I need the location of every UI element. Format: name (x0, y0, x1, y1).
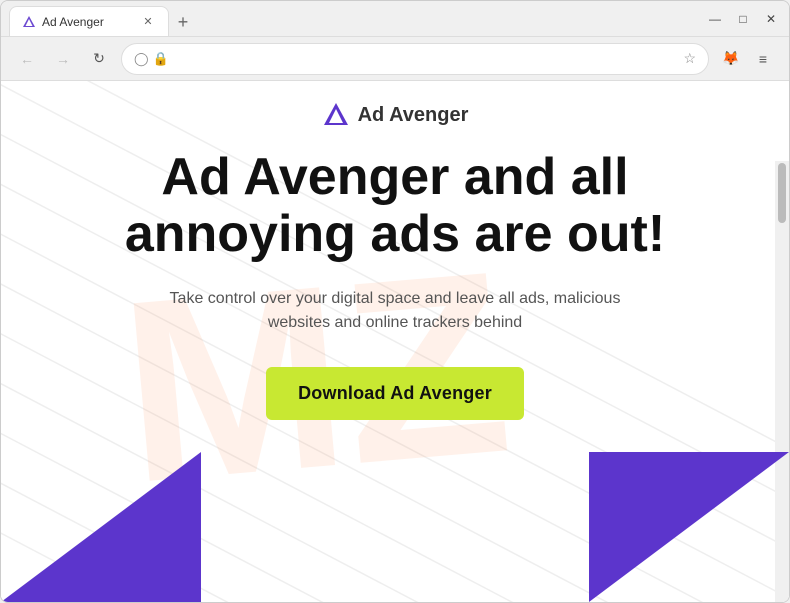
logo-text: Ad Avenger (358, 104, 469, 127)
nav-bar: ← → ↻ ◯ 🔒 ☆ 🦊 ≡ (1, 37, 789, 81)
logo-icon (322, 101, 350, 129)
close-button[interactable]: ✕ (761, 9, 781, 29)
browser-window: Ad Avenger ✕ + — □ ✕ ← → ↻ ◯ 🔒 ☆ 🦊 ≡ (0, 0, 790, 603)
maximize-button[interactable]: □ (733, 9, 753, 29)
title-bar: Ad Avenger ✕ + — □ ✕ (1, 1, 789, 37)
download-button[interactable]: Download Ad Avenger (266, 367, 524, 420)
tab-close-button[interactable]: ✕ (140, 14, 156, 30)
hero-subtitle: Take control over your digital space and… (155, 287, 635, 335)
menu-button[interactable]: ≡ (749, 45, 777, 73)
address-security-icons: ◯ 🔒 (134, 51, 169, 67)
hero-title: Ad Avenger and all annoying ads are out! (85, 149, 705, 263)
page-inner: MZ Ad Avenger Ad Avenger and all annoyin… (1, 81, 789, 602)
shield-icon: ◯ (134, 51, 149, 67)
tab-bar: Ad Avenger ✕ + (9, 1, 697, 36)
reload-button[interactable]: ↻ (85, 45, 113, 73)
firefox-icon[interactable]: 🦊 (717, 45, 745, 73)
minimize-button[interactable]: — (705, 9, 725, 29)
forward-button[interactable]: → (49, 45, 77, 73)
address-bar[interactable]: ◯ 🔒 ☆ (121, 43, 709, 75)
lock-icon: 🔒 (153, 51, 169, 67)
triangle-left-decoration (1, 452, 201, 602)
tab-favicon (22, 15, 36, 29)
tab-title: Ad Avenger (42, 15, 104, 29)
new-tab-button[interactable]: + (169, 8, 197, 36)
page-main-content: Ad Avenger Ad Avenger and all annoying a… (1, 81, 789, 420)
window-controls: — □ ✕ (705, 9, 781, 29)
bookmark-icon[interactable]: ☆ (683, 50, 696, 67)
page-content: MZ Ad Avenger Ad Avenger and all annoyin… (1, 81, 789, 602)
active-tab[interactable]: Ad Avenger ✕ (9, 6, 169, 36)
nav-right-controls: 🦊 ≡ (717, 45, 777, 73)
logo-area: Ad Avenger (322, 101, 469, 129)
back-button[interactable]: ← (13, 45, 41, 73)
triangle-right-decoration (589, 452, 789, 602)
